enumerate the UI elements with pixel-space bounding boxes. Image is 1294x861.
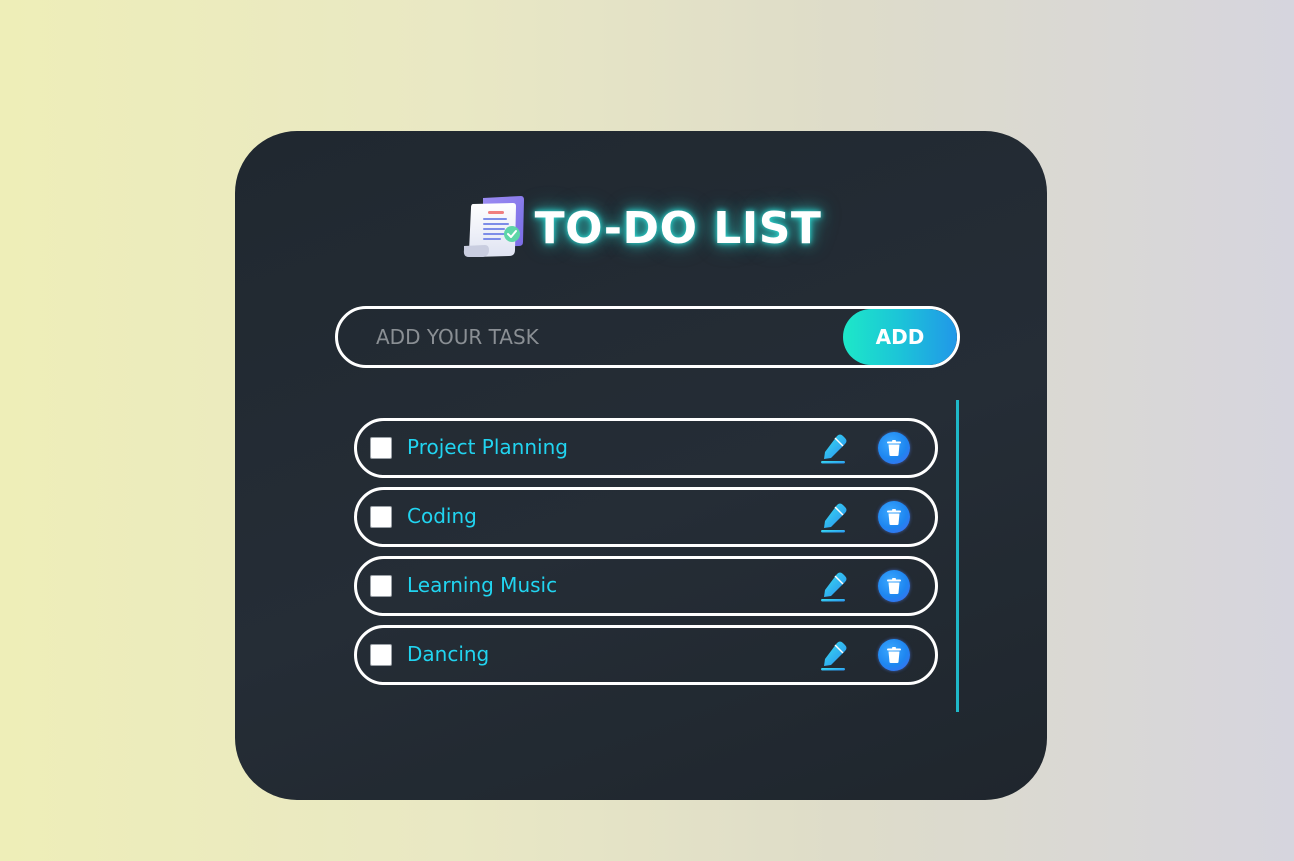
task-item: Coding — [354, 487, 938, 547]
task-label[interactable]: Dancing — [407, 642, 489, 666]
trash-icon — [887, 440, 901, 456]
task-checkbox[interactable] — [370, 644, 392, 666]
task-item: Dancing — [354, 625, 938, 685]
task-label[interactable]: Learning Music — [407, 573, 557, 597]
trash-icon — [887, 509, 901, 525]
pencil-icon[interactable] — [817, 432, 849, 464]
delete-button[interactable] — [878, 570, 910, 602]
trash-icon — [887, 578, 901, 594]
pencil-icon[interactable] — [817, 570, 849, 602]
task-checkbox[interactable] — [370, 506, 392, 528]
task-label[interactable]: Project Planning — [407, 435, 568, 459]
add-button[interactable]: ADD — [843, 309, 957, 365]
task-label[interactable]: Coding — [407, 504, 477, 528]
app-header: TO-DO LIST — [235, 191, 1047, 263]
delete-button[interactable] — [878, 432, 910, 464]
add-task-bar: ADD — [335, 306, 960, 368]
delete-button[interactable] — [878, 639, 910, 671]
todo-card: TO-DO LIST ADD Project Planning — [235, 131, 1047, 800]
checklist-document-icon — [463, 196, 524, 257]
page-title: TO-DO LIST — [534, 202, 822, 254]
task-item: Learning Music — [354, 556, 938, 616]
pencil-icon[interactable] — [817, 501, 849, 533]
pencil-icon[interactable] — [817, 639, 849, 671]
task-item: Project Planning — [354, 418, 938, 478]
task-input[interactable] — [338, 309, 843, 365]
task-checkbox[interactable] — [370, 437, 392, 459]
task-checkbox[interactable] — [370, 575, 392, 597]
task-list: Project Planning Coding Learning Music D… — [354, 418, 938, 694]
delete-button[interactable] — [878, 501, 910, 533]
trash-icon — [887, 647, 901, 663]
task-list-scrollbar[interactable] — [956, 400, 959, 712]
